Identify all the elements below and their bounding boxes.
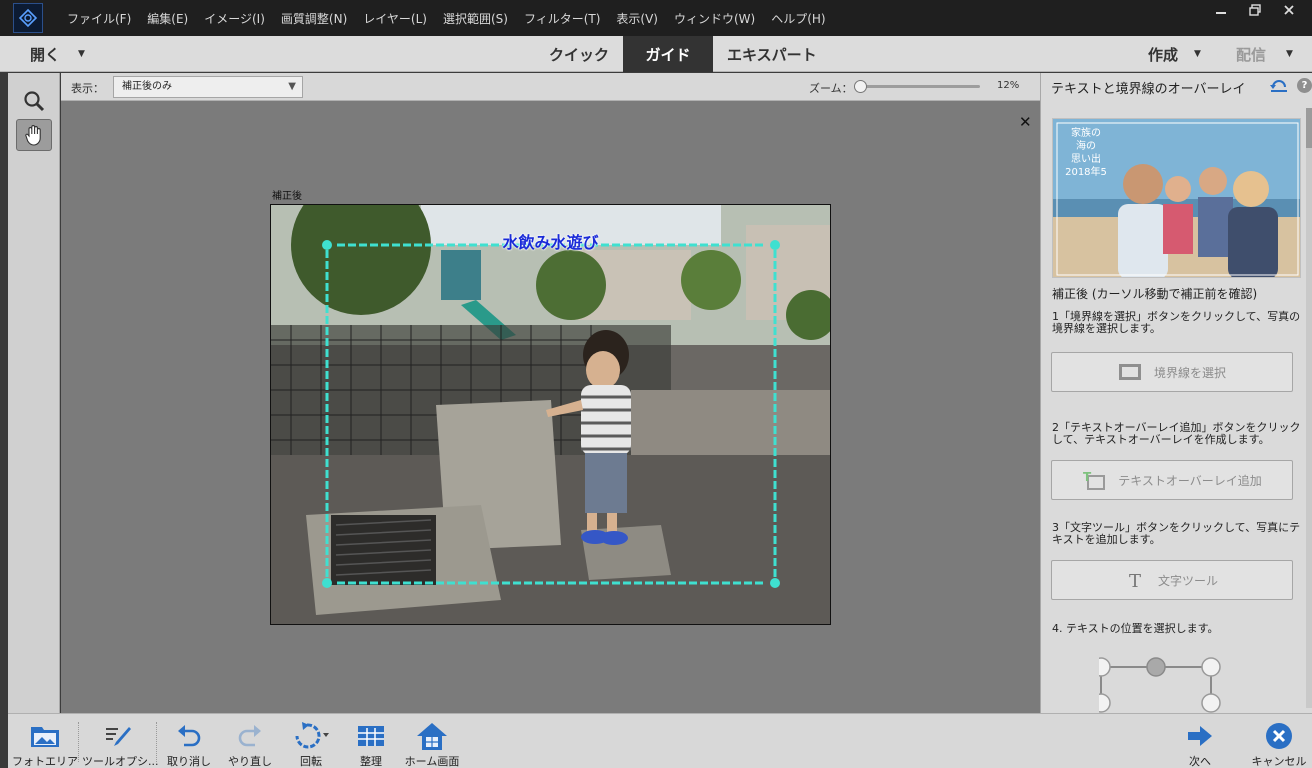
open-label: 開く <box>30 45 61 64</box>
chevron-down-icon: ▼ <box>78 49 85 59</box>
tool-strip <box>8 73 60 713</box>
tab-guided[interactable]: ガイド <box>623 36 714 72</box>
view-select[interactable]: 補正後のみ ▼ <box>113 76 303 98</box>
zoom-label: ズーム： <box>809 82 853 95</box>
tool-options-label: ツールオプシ... <box>82 755 159 768</box>
view-label: 表示： <box>71 82 104 95</box>
back-arrow-icon[interactable] <box>1270 78 1288 94</box>
home-icon <box>396 719 468 753</box>
view-select-value: 補正後のみ <box>122 81 172 92</box>
type-tool-button[interactable]: T 文字ツール <box>1051 560 1293 600</box>
panel-scrollbar[interactable] <box>1306 108 1312 708</box>
close-icon[interactable]: ✕ <box>1019 113 1032 131</box>
photo-bin-icon <box>9 719 81 753</box>
zoom-slider-track[interactable] <box>858 85 980 88</box>
image-canvas[interactable]: ✕ 補正後 水飲み水遊び <box>61 101 1040 713</box>
menu-list: ファイル(F) 編集(E) イメージ(I) 画質調整(N) レイヤー(L) 選択… <box>59 10 834 27</box>
zoom-value: 12% <box>997 80 1020 91</box>
photo-bin-label: フォトエリア <box>12 755 78 768</box>
share-button[interactable]: 配信 ▼ <box>1236 36 1293 72</box>
menu-select[interactable]: 選択範囲(S) <box>435 10 516 27</box>
share-label: 配信 <box>1236 45 1267 64</box>
menu-enhance[interactable]: 画質調整(N) <box>273 10 355 27</box>
frame-icon <box>1118 364 1141 380</box>
chevron-down-icon: ▼ <box>1286 49 1293 59</box>
mode-bar: 開く ▼ クイック ガイド エキスパート 作成 ▼ 配信 ▼ <box>0 36 1312 72</box>
home-screen-button[interactable]: ホーム画面 <box>396 719 468 768</box>
chevron-down-icon: ▼ <box>288 81 296 92</box>
thumbnail-caption: 補正後 (カーソル移動で補正前を確認) <box>1052 287 1258 301</box>
window-edge <box>0 36 8 768</box>
thumbnail-text-line: 2018年5 <box>1065 167 1107 178</box>
tool-options-button[interactable]: ツールオプシ... <box>82 719 159 768</box>
hand-tool[interactable] <box>16 119 52 151</box>
svg-text:T: T <box>1129 571 1141 590</box>
thumbnail-text-line: 海の <box>1076 141 1096 152</box>
step-3-text: 3「文字ツール」ボタンをクリックして、写真にテキストを追加します。 <box>1052 521 1301 546</box>
menu-window[interactable]: ウィンドウ(W) <box>666 10 763 27</box>
photo-label: 補正後 <box>272 191 302 202</box>
cancel-button[interactable]: キャンセル <box>1243 719 1312 768</box>
photo-image <box>271 205 830 624</box>
photo-bin-button[interactable]: フォトエリア <box>9 719 81 768</box>
step-4-text: 4. テキストの位置を選択します。 <box>1052 622 1219 635</box>
minimize-icon[interactable] <box>1204 0 1238 20</box>
close-icon[interactable] <box>1272 0 1306 20</box>
photoshop-elements-window: ファイル(F) 編集(E) イメージ(I) 画質調整(N) レイヤー(L) 選択… <box>0 0 1312 768</box>
home-screen-label: ホーム画面 <box>404 755 460 768</box>
menu-bar: ファイル(F) 編集(E) イメージ(I) 画質調整(N) レイヤー(L) 選択… <box>0 0 1312 36</box>
position-grid[interactable] <box>1099 655 1229 713</box>
cancel-icon <box>1243 719 1312 753</box>
menu-filter[interactable]: フィルター(T) <box>516 10 608 27</box>
menu-edit[interactable]: 編集(E) <box>139 10 196 27</box>
thumbnail-text: 家族の 海の 思い出 2018年5 <box>1061 127 1111 179</box>
tab-expert[interactable]: エキスパート <box>713 36 831 72</box>
tool-options-icon <box>82 719 154 753</box>
thumbnail-text-line: 思い出 <box>1071 154 1101 165</box>
next-label: 次へ <box>1189 755 1211 768</box>
menu-view[interactable]: 表示(V) <box>608 10 666 27</box>
help-icon[interactable]: ? <box>1297 78 1312 93</box>
hand-icon <box>25 125 41 146</box>
chevron-down-icon: ▼ <box>1194 49 1201 59</box>
cancel-label: キャンセル <box>1251 755 1307 768</box>
options-bar: 表示： 補正後のみ ▼ ズーム： 12% <box>61 73 1040 101</box>
restore-icon[interactable] <box>1238 0 1272 20</box>
text-overlay-icon: T <box>1083 470 1106 490</box>
next-button[interactable]: 次へ <box>1164 719 1236 768</box>
select-border-button[interactable]: 境界線を選択 <box>1051 352 1293 392</box>
menu-file[interactable]: ファイル(F) <box>59 10 139 27</box>
add-text-overlay-label: テキストオーバーレイ追加 <box>1118 473 1262 488</box>
photo[interactable]: 水飲み水遊び <box>270 204 831 625</box>
example-thumbnail: 家族の 海の 思い出 2018年5 <box>1052 118 1301 278</box>
type-tool-icon: T <box>1129 571 1141 590</box>
panel-title: テキストと境界線のオーバーレイ <box>1051 82 1246 97</box>
menu-layer[interactable]: レイヤー(L) <box>355 10 435 27</box>
type-tool-label: 文字ツール <box>1157 573 1218 588</box>
overlay-text[interactable]: 水飲み水遊び <box>271 229 830 253</box>
open-button[interactable]: 開く ▼ <box>30 36 85 72</box>
create-button[interactable]: 作成 ▼ <box>1148 36 1201 72</box>
menu-help[interactable]: ヘルプ(H) <box>763 10 833 27</box>
menu-image[interactable]: イメージ(I) <box>196 10 273 27</box>
mode-tabs: クイック ガイド エキスパート <box>535 36 831 72</box>
svg-text:T: T <box>1083 470 1092 484</box>
tab-quick[interactable]: クイック <box>535 36 623 72</box>
select-border-label: 境界線を選択 <box>1153 365 1226 380</box>
app-logo-icon <box>13 3 43 33</box>
step-1-text: 1「境界線を選択」ボタンをクリックして、写真の境界線を選択します。 <box>1052 310 1301 335</box>
window-controls <box>1204 0 1306 20</box>
step-2-text: 2「テキストオーバーレイ追加」ボタンをクリックして、テキストオーバーレイを作成し… <box>1052 421 1301 446</box>
magnifier-icon <box>24 91 45 112</box>
scrollbar-thumb[interactable] <box>1306 108 1312 148</box>
create-label: 作成 <box>1148 45 1179 64</box>
zoom-slider-thumb[interactable] <box>854 80 867 93</box>
divider <box>78 722 79 762</box>
bottom-toolbar: フォトエリア ツールオプシ... 取り消し やり直し 回転 整理 ホーム画面 次… <box>8 713 1312 768</box>
arrow-right-icon <box>1164 719 1236 753</box>
guided-panel: テキストと境界線のオーバーレイ ? 家族の 海の 思い出 2018年5 補正後 … <box>1040 73 1312 713</box>
thumbnail-text-line: 家族の <box>1071 128 1101 139</box>
add-text-overlay-button[interactable]: T テキストオーバーレイ追加 <box>1051 460 1293 500</box>
zoom-tool[interactable] <box>16 85 52 117</box>
